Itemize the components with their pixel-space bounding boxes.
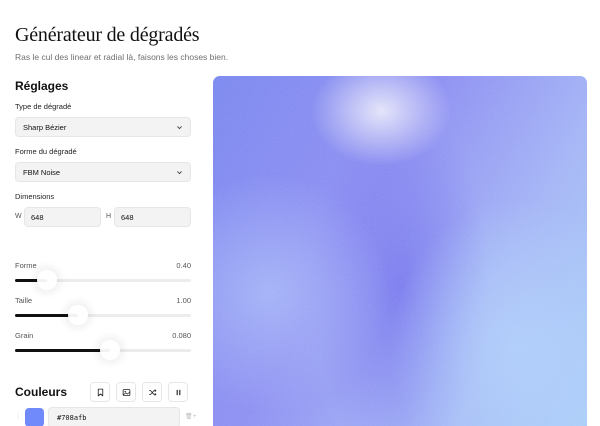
slider-thumb[interactable]: [68, 305, 89, 325]
pause-icon: [176, 389, 180, 395]
gradient-shape-value: FBM Noise: [23, 167, 61, 177]
taille-slider-label: Taille: [15, 296, 33, 305]
dimensions-label: Dimensions: [15, 192, 55, 201]
pause-button[interactable]: [168, 382, 188, 402]
gradient-type-select[interactable]: Sharp Bézier: [15, 117, 191, 137]
color-swatch[interactable]: [25, 408, 44, 426]
forme-slider-value: 0.40: [176, 261, 191, 270]
settings-title: Réglages: [15, 79, 69, 93]
color-row: ⋮ #708afb 🗑 +: [15, 407, 197, 426]
height-input[interactable]: 648: [114, 207, 191, 227]
bookmark-icon: [97, 388, 103, 396]
width-prefix: W: [15, 213, 22, 220]
gradient-type-value: Sharp Bézier: [23, 122, 67, 132]
height-prefix: H: [106, 213, 112, 220]
bookmark-button[interactable]: [90, 382, 110, 402]
width-input[interactable]: 648: [24, 207, 101, 227]
more-icon[interactable]: +: [193, 414, 197, 420]
slider-fill: [15, 349, 111, 352]
slider-thumb[interactable]: [100, 340, 121, 360]
grain-overlay: [213, 76, 587, 426]
slider-thumb[interactable]: [36, 270, 57, 290]
forme-slider-label: Forme: [15, 261, 37, 270]
page-subtitle: Ras le cul des linear et radial là, fais…: [15, 52, 229, 62]
shuffle-button[interactable]: [142, 382, 162, 402]
taille-slider-value: 1.00: [176, 296, 191, 305]
grain-slider-label: Grain: [15, 331, 34, 340]
taille-slider[interactable]: [15, 305, 191, 325]
grain-slider[interactable]: [15, 340, 191, 360]
image-icon: [122, 388, 130, 396]
colors-title: Couleurs: [15, 385, 68, 399]
color-hex-input[interactable]: #708afb: [48, 407, 180, 426]
gradient-shape-select[interactable]: FBM Noise: [15, 162, 191, 182]
grain-slider-value: 0.080: [172, 331, 191, 340]
gradient-preview[interactable]: [213, 76, 587, 426]
chevron-down-icon: [175, 123, 183, 131]
chevron-down-icon: [175, 168, 183, 176]
gradient-type-label: Type de dégradé: [15, 102, 72, 111]
forme-slider[interactable]: [15, 270, 191, 290]
drag-handle-icon[interactable]: ⋮: [15, 414, 21, 420]
shuffle-icon: [148, 388, 156, 396]
page-title: Générateur de dégradés: [15, 24, 200, 46]
delete-color-icon[interactable]: 🗑: [185, 414, 193, 420]
image-button[interactable]: [116, 382, 136, 402]
gradient-shape-label: Forme du dégradé: [15, 147, 77, 156]
